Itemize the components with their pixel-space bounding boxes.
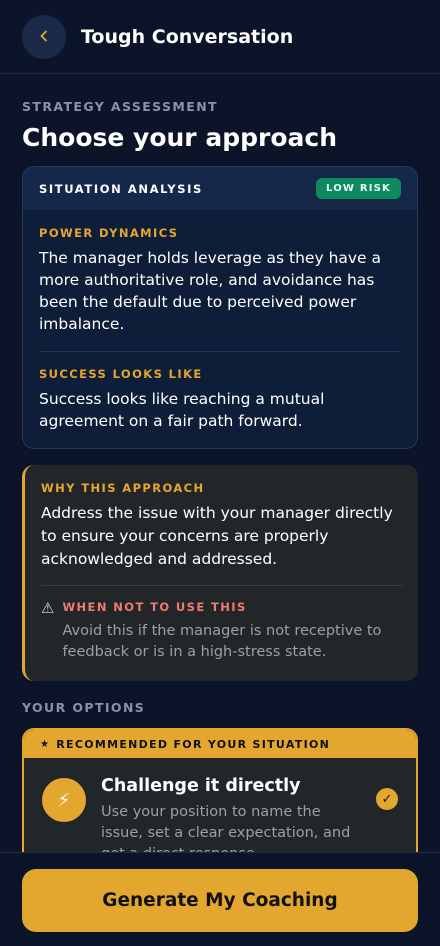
situation-analysis-card: SITUATION ANALYSIS LOW RISK POWER DYNAMI… [22, 166, 418, 449]
when-not-label: WHEN NOT TO USE THIS [62, 600, 247, 614]
when-not-text: Avoid this if the manager is not recepti… [62, 623, 382, 660]
why-approach-card: WHY THIS APPROACH Address the issue with… [22, 465, 418, 681]
why-approach-label: WHY THIS APPROACH [41, 481, 205, 495]
footer: Generate My Coaching [0, 852, 440, 946]
options-label: YOUR OPTIONS [22, 700, 146, 715]
back-button[interactable] [22, 14, 66, 59]
header-title: Tough Conversation [81, 25, 294, 48]
main-content: STRATEGY ASSESSMENT Choose your approach… [0, 99, 440, 888]
chevron-left-icon [38, 27, 50, 46]
success-label: SUCCESS LOOKS LIKE [39, 367, 203, 381]
recommended-label: RECOMMENDED FOR YOUR SITUATION [56, 737, 331, 751]
app-root: Tough Conversation STRATEGY ASSESSMENT C… [0, 0, 440, 946]
success-text: Success looks like reaching a mutual agr… [39, 390, 325, 430]
situation-card-body: POWER DYNAMICS The manager holds leverag… [23, 210, 417, 448]
power-dynamics-label: POWER DYNAMICS [39, 226, 179, 240]
power-dynamics-text: The manager holds leverage as they have … [39, 249, 382, 333]
option-title: Challenge it directly [101, 776, 301, 796]
header: Tough Conversation [0, 0, 440, 74]
generate-coaching-button[interactable]: Generate My Coaching [22, 869, 418, 932]
risk-badge: LOW RISK [315, 178, 401, 199]
check-icon: ✓ [376, 788, 398, 810]
star-icon: ★ [40, 738, 51, 750]
why-divider [41, 585, 402, 586]
recommended-bar: ★ RECOMMENDED FOR YOUR SITUATION [24, 730, 416, 758]
warning-icon: ⚠ [41, 599, 55, 617]
page-title: Choose your approach [22, 123, 337, 152]
situation-header-label: SITUATION ANALYSIS [39, 181, 203, 196]
when-not-section: ⚠ WHEN NOT TO USE THIS Avoid this if the… [41, 600, 402, 663]
option-body: ⚡ Challenge it directly Use your positio… [24, 758, 416, 865]
strategy-eyebrow: STRATEGY ASSESSMENT [22, 99, 218, 114]
section-divider [39, 351, 401, 352]
lightning-icon: ⚡ [42, 778, 86, 822]
why-approach-text: Address the issue with your manager dire… [41, 504, 393, 568]
situation-card-header: SITUATION ANALYSIS LOW RISK [23, 167, 417, 210]
